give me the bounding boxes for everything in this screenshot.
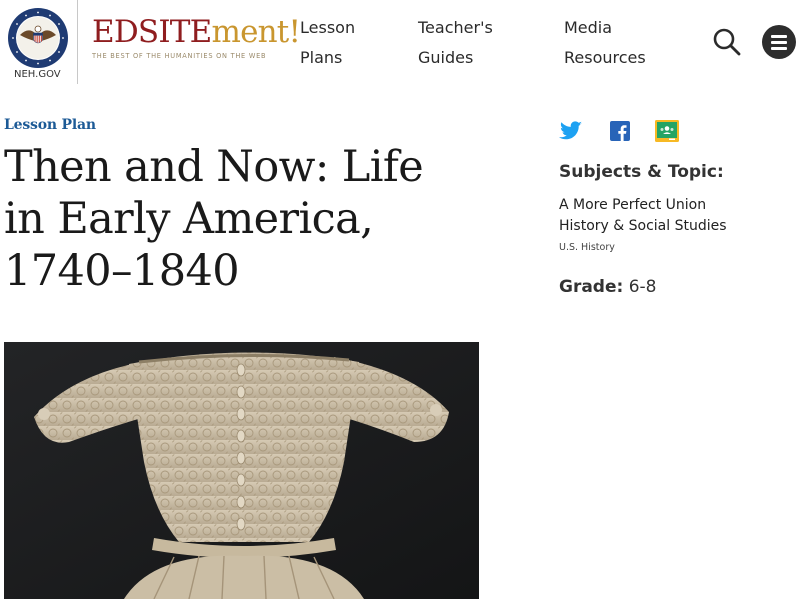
neh-seal-logo[interactable] <box>8 8 68 68</box>
facebook-icon <box>610 121 630 141</box>
hamburger-menu-icon-bar <box>771 47 787 50</box>
content-type-link[interactable]: Lesson Plan <box>4 117 96 133</box>
menu-button[interactable] <box>762 25 796 59</box>
share-google-classroom-button[interactable] <box>654 119 680 143</box>
nav-lesson-plans[interactable]: Lesson Plans <box>300 13 390 73</box>
nav-teachers-guides-line1: Teacher's <box>418 18 493 37</box>
brand-name: EDSITEment! <box>92 14 301 50</box>
nav-lesson-plans-line1: Lesson <box>300 18 356 37</box>
search-icon <box>713 28 741 56</box>
grade-label: Grade: <box>559 277 624 297</box>
search-button[interactable] <box>711 26 743 58</box>
site-header: NEH.GOV EDSITEment! THE BEST OF THE HUMA… <box>0 0 800 88</box>
nav-media-resources[interactable]: Media Resources <box>564 13 664 73</box>
share-twitter-button[interactable] <box>558 119 584 143</box>
brand-tagline: THE BEST OF THE HUMANITIES ON THE WEB <box>92 52 267 60</box>
grade-level: Grade: 6-8 <box>559 277 657 297</box>
subject-link-perfect-union[interactable]: A More Perfect Union <box>559 197 706 213</box>
google-classroom-icon <box>655 120 679 142</box>
hamburger-menu-icon-bar <box>771 41 787 44</box>
nav-teachers-guides[interactable]: Teacher's Guides <box>418 13 528 73</box>
hamburger-menu-icon <box>771 35 787 38</box>
subjects-heading: Subjects & Topic: <box>559 162 724 182</box>
brand-name-part2: ment! <box>211 14 301 50</box>
subject-link-history-social-studies[interactable]: History & Social Studies <box>559 218 727 234</box>
brand-name-part1: EDSITE <box>92 14 212 50</box>
subject-link-us-history[interactable]: U.S. History <box>559 242 615 253</box>
hero-image <box>4 342 479 599</box>
share-facebook-button[interactable] <box>608 119 634 143</box>
org-label: NEH.GOV <box>14 69 61 80</box>
header-divider <box>77 0 78 84</box>
grade-value: 6-8 <box>628 277 657 297</box>
twitter-icon <box>559 121 582 140</box>
embroidered-bodice-image <box>4 342 479 599</box>
nav-media-resources-line1: Media <box>564 18 613 37</box>
eagle-seal-icon <box>9 9 67 67</box>
nav-teachers-guides-line2: Guides <box>418 48 474 67</box>
page-title: Then and Now: Life in Early America, 174… <box>4 142 424 296</box>
nav-media-resources-line2: Resources <box>564 48 646 67</box>
nav-lesson-plans-line2: Plans <box>300 48 343 67</box>
edsitement-logo[interactable]: EDSITEment! THE BEST OF THE HUMANITIES O… <box>92 14 301 60</box>
